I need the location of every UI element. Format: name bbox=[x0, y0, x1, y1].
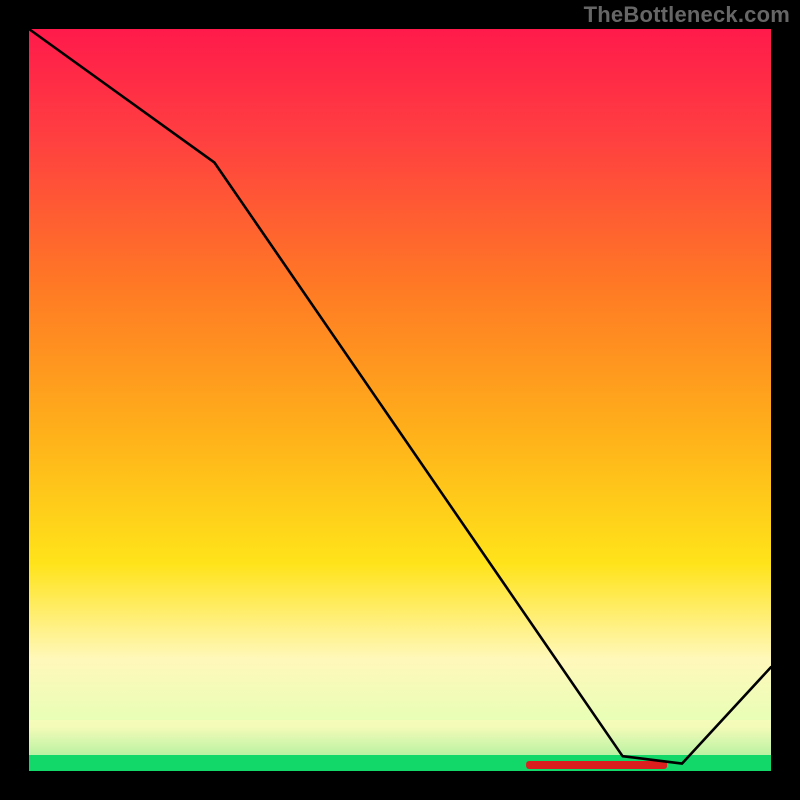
bottleneck-chart bbox=[0, 0, 800, 800]
warning-band bbox=[526, 761, 667, 769]
watermark-label: TheBottleneck.com bbox=[584, 2, 790, 28]
pale-yellow-band bbox=[29, 720, 771, 755]
gradient-background bbox=[29, 29, 771, 771]
chart-frame: TheBottleneck.com bbox=[0, 0, 800, 800]
